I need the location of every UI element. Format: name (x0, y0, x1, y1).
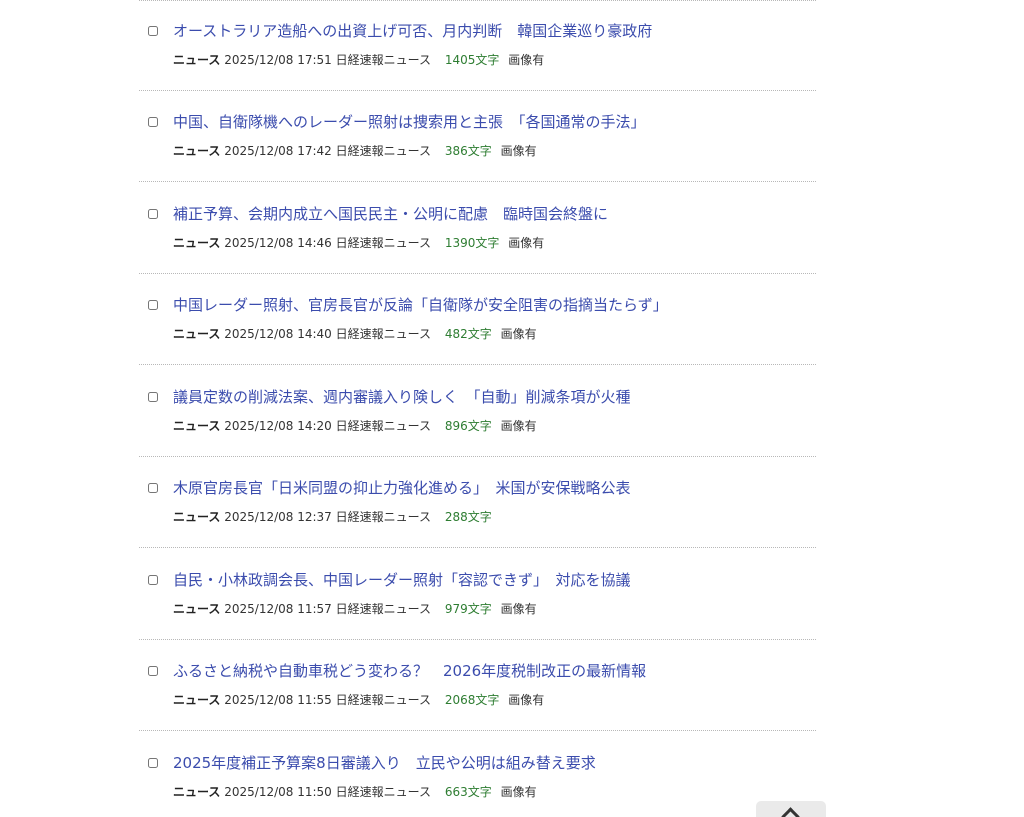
article-source: 日経速報ニュース (335, 327, 432, 341)
article-source: 日経速報ニュース (335, 53, 432, 67)
article-title-link[interactable]: オーストラリア造船への出資上げ可否、月内判断 韓国企業巡り豪政府 (173, 21, 652, 41)
article-char-count: 896文字 (444, 419, 492, 433)
article-select-checkbox[interactable] (148, 575, 158, 585)
article-item: 自民・小林政調会長、中国レーダー照射「容認できず」 対応を協議 ニュース 202… (139, 549, 816, 640)
article-title-link[interactable]: 中国、自衛隊機へのレーダー照射は捜索用と主張 「各国通常の手法」 (173, 112, 646, 132)
article-datetime: 2025/12/08 17:51 (224, 53, 332, 67)
article-source: 日経速報ニュース (335, 785, 432, 799)
article-source: 日経速報ニュース (335, 693, 432, 707)
article-title-link[interactable]: 中国レーダー照射、官房長官が反論「自衛隊が安全阻害の指摘当たらず」 (173, 295, 668, 315)
article-item: オーストラリア造船への出資上げ可否、月内判断 韓国企業巡り豪政府 ニュース 20… (139, 0, 816, 91)
article-category: ニュース (173, 144, 221, 158)
article-char-count: 386文字 (444, 144, 492, 158)
article-meta: ニュース 2025/12/08 17:42 日経速報ニュース 386文字 画像有 (173, 143, 537, 159)
article-title-link[interactable]: 議員定数の削減法案、週内審議入り険しく 「自動」削減条項が火種 (173, 387, 631, 407)
article-datetime: 2025/12/08 14:20 (224, 419, 332, 433)
article-item: 中国、自衛隊機へのレーダー照射は捜索用と主張 「各国通常の手法」 ニュース 20… (139, 91, 816, 182)
article-image-flag: 画像有 (500, 419, 537, 433)
article-meta: ニュース 2025/12/08 14:40 日経速報ニュース 482文字 画像有 (173, 326, 537, 342)
article-datetime: 2025/12/08 11:55 (224, 693, 332, 707)
article-image-flag: 画像有 (500, 785, 537, 799)
article-category: ニュース (173, 693, 221, 707)
article-datetime: 2025/12/08 14:40 (224, 327, 332, 341)
article-select-checkbox[interactable] (148, 300, 158, 310)
article-select-checkbox[interactable] (148, 117, 158, 127)
article-image-flag: 画像有 (500, 144, 537, 158)
article-datetime: 2025/12/08 12:37 (224, 510, 332, 524)
article-select-checkbox[interactable] (148, 483, 158, 493)
article-select-checkbox[interactable] (148, 392, 158, 402)
article-item: 中国レーダー照射、官房長官が反論「自衛隊が安全阻害の指摘当たらず」 ニュース 2… (139, 274, 816, 365)
article-image-flag: 画像有 (500, 327, 537, 341)
article-title-link[interactable]: 自民・小林政調会長、中国レーダー照射「容認できず」 対応を協議 (173, 570, 631, 590)
article-item: 補正予算、会期内成立へ国民民主・公明に配慮 臨時国会終盤に ニュース 2025/… (139, 183, 816, 274)
article-category: ニュース (173, 53, 221, 67)
article-item: 2025年度補正予算案8日審議入り 立民や公明は組み替え要求 ニュース 2025… (139, 732, 816, 817)
article-title-link[interactable]: 補正予算、会期内成立へ国民民主・公明に配慮 臨時国会終盤に (173, 204, 608, 224)
article-category: ニュース (173, 602, 221, 616)
article-char-count: 2068文字 (444, 693, 500, 707)
article-meta: ニュース 2025/12/08 14:46 日経速報ニュース 1390文字 画像… (173, 235, 544, 251)
article-char-count: 288文字 (444, 510, 492, 524)
article-select-checkbox[interactable] (148, 209, 158, 219)
article-char-count: 482文字 (444, 327, 492, 341)
article-source: 日経速報ニュース (335, 602, 432, 616)
article-char-count: 1390文字 (444, 236, 500, 250)
article-char-count: 663文字 (444, 785, 492, 799)
article-category: ニュース (173, 236, 221, 250)
article-datetime: 2025/12/08 11:57 (224, 602, 332, 616)
article-title-link[interactable]: 2025年度補正予算案8日審議入り 立民や公明は組み替え要求 (173, 753, 596, 773)
article-title-link[interactable]: ふるさと納税や自動車税どう変わる？ 2026年度税制改正の最新情報 (173, 661, 646, 681)
article-datetime: 2025/12/08 11:50 (224, 785, 332, 799)
article-item: 木原官房長官「日米同盟の抑止力強化進める」 米国が安保戦略公表 ニュース 202… (139, 457, 816, 548)
article-list-page: オーストラリア造船への出資上げ可否、月内判断 韓国企業巡り豪政府 ニュース 20… (0, 0, 1024, 817)
article-item: 議員定数の削減法案、週内審議入り険しく 「自動」削減条項が火種 ニュース 202… (139, 366, 816, 457)
article-meta: ニュース 2025/12/08 11:57 日経速報ニュース 979文字 画像有 (173, 601, 537, 617)
article-datetime: 2025/12/08 17:42 (224, 144, 332, 158)
article-category: ニュース (173, 510, 221, 524)
article-source: 日経速報ニュース (335, 236, 432, 250)
article-meta: ニュース 2025/12/08 17:51 日経速報ニュース 1405文字 画像… (173, 52, 544, 68)
article-meta: ニュース 2025/12/08 11:55 日経速報ニュース 2068文字 画像… (173, 692, 544, 708)
article-image-flag: 画像有 (500, 602, 537, 616)
article-category: ニュース (173, 327, 221, 341)
article-category: ニュース (173, 785, 221, 799)
article-source: 日経速報ニュース (335, 419, 432, 433)
article-item: ふるさと納税や自動車税どう変わる？ 2026年度税制改正の最新情報 ニュース 2… (139, 640, 816, 731)
article-char-count: 979文字 (444, 602, 492, 616)
article-meta: ニュース 2025/12/08 12:37 日経速報ニュース 288文字 (173, 509, 497, 525)
article-source: 日経速報ニュース (335, 510, 432, 524)
article-char-count: 1405文字 (444, 53, 500, 67)
article-image-flag: 画像有 (508, 53, 545, 67)
back-to-top-button[interactable] (756, 801, 826, 817)
article-select-checkbox[interactable] (148, 26, 158, 36)
article-meta: ニュース 2025/12/08 11:50 日経速報ニュース 663文字 画像有 (173, 784, 537, 800)
article-select-checkbox[interactable] (148, 666, 158, 676)
article-datetime: 2025/12/08 14:46 (224, 236, 332, 250)
article-title-link[interactable]: 木原官房長官「日米同盟の抑止力強化進める」 米国が安保戦略公表 (173, 478, 631, 498)
article-image-flag: 画像有 (508, 693, 545, 707)
article-meta: ニュース 2025/12/08 14:20 日経速報ニュース 896文字 画像有 (173, 418, 537, 434)
article-select-checkbox[interactable] (148, 758, 158, 768)
article-image-flag: 画像有 (508, 236, 545, 250)
article-source: 日経速報ニュース (335, 144, 432, 158)
article-category: ニュース (173, 419, 221, 433)
chevron-up-icon (781, 807, 800, 817)
